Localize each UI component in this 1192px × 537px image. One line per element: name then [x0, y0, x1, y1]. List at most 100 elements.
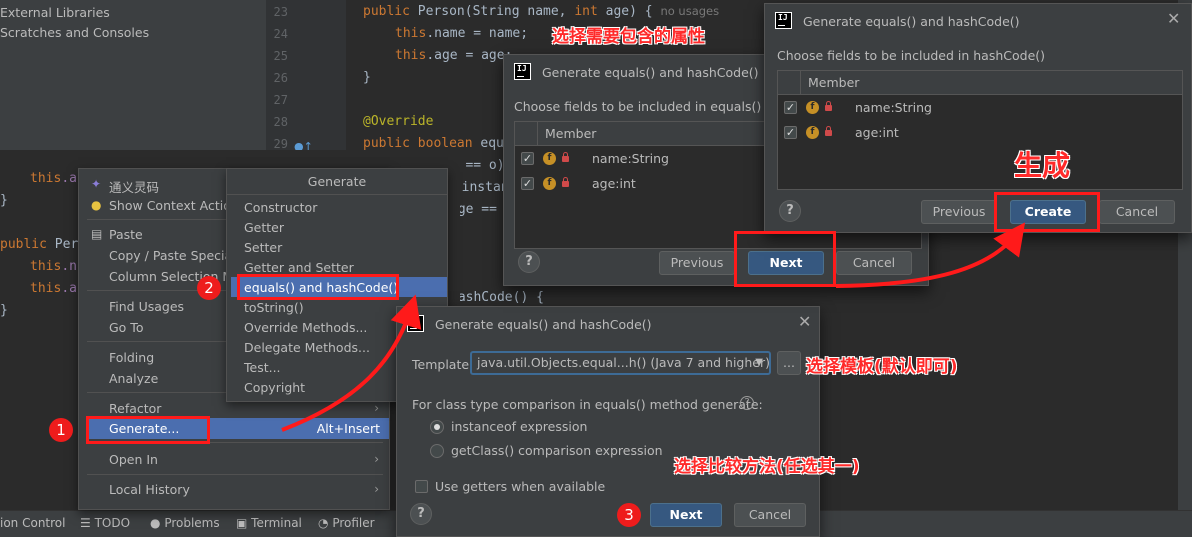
field-icon: f: [543, 152, 556, 165]
template-value: java.util.Objects.equal...h() (Java 7 an…: [477, 355, 770, 370]
bulb-icon: ●: [91, 198, 102, 212]
code-line: }: [0, 193, 8, 208]
code-line: this.a: [30, 281, 77, 296]
field-name: name:String: [592, 151, 669, 166]
problems-icon: ●: [150, 516, 161, 530]
menu-item-find-usages[interactable]: Find Usages: [109, 299, 184, 314]
use-getters-checkbox[interactable]: [415, 480, 428, 493]
field-checkbox[interactable]: ✓: [521, 177, 534, 190]
gen-item-tostring[interactable]: toString(): [244, 300, 304, 315]
help-button[interactable]: ?: [518, 251, 540, 273]
tool-todo[interactable]: ☰ TODO: [80, 516, 130, 530]
table-header: Member: [778, 71, 1182, 95]
tree-item-external-libraries[interactable]: External Libraries: [0, 5, 110, 20]
gen-item-getter[interactable]: Getter: [244, 220, 284, 235]
cancel-button[interactable]: Cancel: [734, 503, 806, 527]
code-line: public Per: [0, 237, 79, 252]
code-line-24: this.name = name;: [395, 26, 529, 41]
code-line: this.a: [30, 171, 77, 186]
next-button[interactable]: Next: [650, 503, 722, 527]
close-icon[interactable]: ✕: [798, 312, 811, 331]
menu-item-analyze[interactable]: Analyze: [109, 371, 158, 386]
highlight-create: [994, 192, 1100, 232]
generate-menu-header: Generate: [227, 169, 447, 195]
comparison-label: For class type comparison in equals() me…: [412, 397, 763, 412]
chevron-right-icon: ›: [374, 452, 379, 466]
lock-icon: [825, 126, 832, 136]
gen-item-delegate-methods[interactable]: Delegate Methods...: [244, 340, 370, 355]
dialog-title: Generate equals() and hashCode(): [803, 14, 1020, 29]
line-number: 26: [273, 71, 288, 85]
dialog-title: Generate equals() and hashCode(): [542, 65, 759, 80]
step-badge-3: 3: [617, 503, 641, 527]
previous-button[interactable]: Previous: [659, 251, 735, 275]
menu-separator: [87, 474, 383, 475]
code-line-26: }: [363, 70, 371, 85]
lock-icon: [562, 177, 569, 187]
code-line-25: this.age = age;: [395, 48, 513, 63]
field-name: name:String: [855, 100, 932, 115]
radio-getclass[interactable]: [430, 444, 444, 458]
field-icon: f: [543, 177, 556, 190]
line-number: 28: [273, 115, 288, 129]
cancel-button[interactable]: Cancel: [1099, 200, 1175, 224]
highlight-equals-hashcode: [237, 274, 399, 300]
highlight-generate: [86, 416, 210, 444]
gen-item-copyright[interactable]: Copyright: [244, 380, 305, 395]
gen-item-test[interactable]: Test...: [244, 360, 281, 375]
gen-item-override-methods[interactable]: Override Methods...: [244, 320, 367, 335]
use-getters-label: Use getters when available: [435, 479, 606, 494]
note-create: 生成: [1014, 149, 1071, 182]
menu-item-tongyi[interactable]: 通义灵码: [109, 177, 159, 196]
menu-item-local-history[interactable]: Local History: [109, 482, 190, 497]
menu-item-paste[interactable]: Paste: [109, 227, 143, 242]
field-checkbox[interactable]: ✓: [784, 101, 797, 114]
menu-item-refactor[interactable]: Refactor: [109, 401, 161, 416]
line-number: 24: [273, 27, 288, 41]
column-member: Member: [545, 126, 597, 141]
previous-button[interactable]: Previous: [921, 200, 997, 224]
help-button[interactable]: ?: [779, 200, 801, 222]
menu-item-go-to[interactable]: Go To: [109, 320, 143, 335]
choose-fields-label: Choose fields to be included in equals(): [514, 99, 762, 114]
field-checkbox[interactable]: ✓: [784, 126, 797, 139]
choose-fields-label: Choose fields to be included in hashCode…: [777, 48, 1046, 63]
template-select[interactable]: java.util.Objects.equal...h() (Java 7 an…: [470, 351, 771, 375]
generate-shortcut: Alt+Insert: [316, 421, 380, 436]
chevron-right-icon: ›: [374, 482, 379, 496]
template-label: Template:: [412, 357, 474, 372]
template-more-button[interactable]: ...: [777, 351, 801, 375]
gen-item-setter[interactable]: Setter: [244, 240, 282, 255]
terminal-icon: ▣: [236, 516, 248, 530]
field-name: age:int: [855, 125, 899, 140]
menu-item-show-context-actions[interactable]: Show Context Actions: [109, 198, 245, 213]
field-checkbox[interactable]: ✓: [521, 152, 534, 165]
tree-item-scratches[interactable]: Scratches and Consoles: [0, 25, 149, 40]
tool-version-control[interactable]: ion Control: [0, 516, 65, 530]
gen-item-constructor[interactable]: Constructor: [244, 200, 317, 215]
column-member: Member: [808, 75, 860, 90]
close-icon[interactable]: ✕: [1167, 9, 1180, 28]
menu-item-open-in[interactable]: Open In: [109, 452, 158, 467]
line-number: 23: [273, 5, 288, 19]
tool-problems[interactable]: ● Problems: [150, 516, 220, 530]
tool-profiler[interactable]: ◔ Profiler: [318, 516, 375, 530]
gen-item-getter-setter[interactable]: Getter and Setter: [244, 260, 354, 275]
dialog-template: IJ Generate equals() and hashCode() ✕ Te…: [396, 306, 820, 537]
cancel-button[interactable]: Cancel: [836, 251, 912, 275]
help-button[interactable]: ?: [410, 503, 432, 525]
clipboard-icon: ▤: [91, 227, 103, 241]
lock-icon: [562, 152, 569, 162]
radio-getclass-label: getClass() comparison expression: [451, 443, 663, 458]
tool-terminal[interactable]: ▣ Terminal: [236, 516, 302, 530]
code-line-hashcode: hashCode() {: [450, 290, 544, 305]
menu-item-copy-paste-special[interactable]: Copy / Paste Special: [109, 248, 236, 263]
help-circle-icon[interactable]: ?: [740, 396, 754, 410]
profiler-icon: ◔: [318, 516, 329, 530]
radio-instanceof-label: instanceof expression: [451, 419, 588, 434]
note-select-template: 选择模板(默认即可): [806, 357, 958, 377]
radio-instanceof[interactable]: [430, 420, 444, 434]
dialog-title: Generate equals() and hashCode(): [435, 317, 652, 332]
menu-item-folding[interactable]: Folding: [109, 350, 154, 365]
field-name: age:int: [592, 176, 636, 191]
